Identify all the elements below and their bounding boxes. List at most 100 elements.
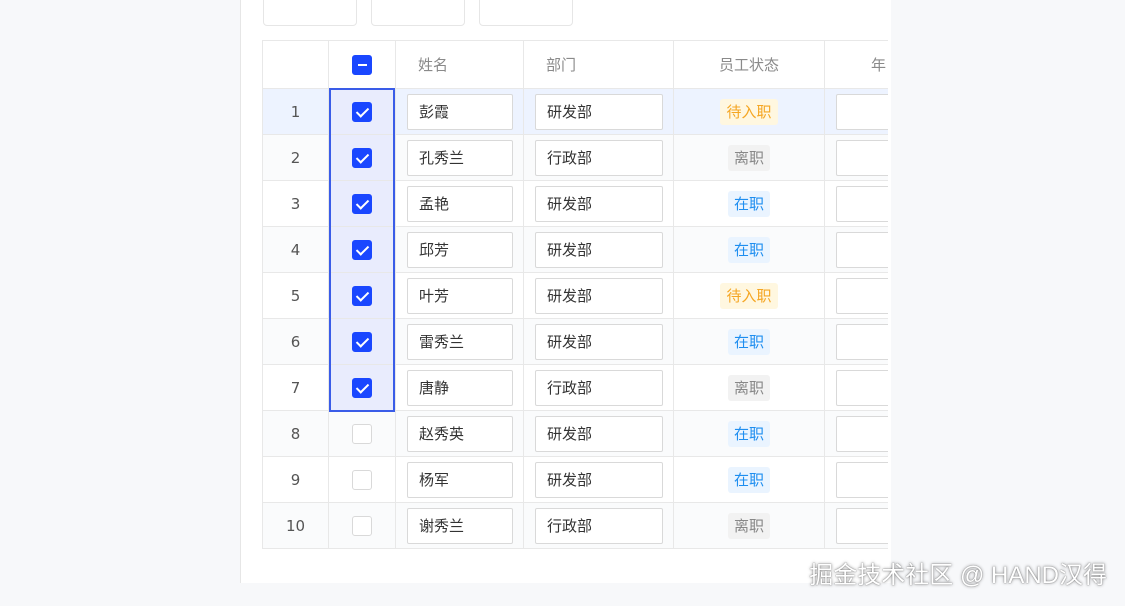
row-select-cell[interactable] [328,364,396,411]
name-input[interactable]: 彭霞 [407,93,513,130]
age-input[interactable] [836,507,888,544]
row-select-cell[interactable] [328,226,396,273]
row-checkbox[interactable] [352,469,372,490]
name-cell[interactable]: 谢秀兰 [395,502,524,549]
dept-input[interactable]: 研发部 [535,461,663,498]
dept-cell[interactable]: 研发部 [523,180,674,227]
dept-input[interactable]: 研发部 [535,415,663,452]
dept-cell[interactable]: 研发部 [523,318,674,365]
age-input[interactable] [836,185,888,222]
dept-input[interactable]: 研发部 [535,231,663,268]
row-select-cell[interactable] [328,88,396,135]
dept-input[interactable]: 研发部 [535,185,663,222]
row-checkbox[interactable] [352,331,372,352]
name-input[interactable]: 孔秀兰 [407,139,513,176]
dept-cell[interactable]: 研发部 [523,88,674,135]
name-input[interactable]: 叶芳 [407,277,513,314]
name-input[interactable]: 唐静 [407,369,513,406]
name-cell[interactable]: 孔秀兰 [395,134,524,181]
age-input[interactable] [836,277,888,314]
age-cell[interactable] [824,180,888,227]
dept-input[interactable]: 研发部 [535,323,663,360]
table-row[interactable]: 1 彭霞 研发部 待入职 [262,88,888,135]
dept-cell[interactable]: 研发部 [523,456,674,503]
table-row[interactable]: 7 唐静 行政部 离职 [262,364,888,411]
employee-table-container: 姓名 部门 员工状态 年 1 彭霞 研发部 待入职 2 孔秀兰 行政部 离职 3 孟艳 研发部 在职 4… [262,40,888,552]
row-checkbox[interactable] [352,377,372,398]
dept-input[interactable]: 研发部 [535,277,663,314]
dept-input[interactable]: 行政部 [535,507,663,544]
age-input[interactable] [836,231,888,268]
name-input[interactable]: 谢秀兰 [407,507,513,544]
toolbar-button-3[interactable] [479,0,573,26]
age-cell[interactable] [824,364,888,411]
row-checkbox[interactable] [352,193,372,214]
row-select-cell[interactable] [328,180,396,227]
row-checkbox[interactable] [352,147,372,168]
row-checkbox[interactable] [352,101,372,122]
age-cell[interactable] [824,318,888,365]
table-row[interactable]: 10 谢秀兰 行政部 离职 [262,502,888,549]
age-cell[interactable] [824,456,888,503]
table-row[interactable]: 5 叶芳 研发部 待入职 [262,272,888,319]
name-cell[interactable]: 叶芳 [395,272,524,319]
name-cell[interactable]: 赵秀英 [395,410,524,457]
age-input[interactable] [836,139,888,176]
dept-cell[interactable]: 研发部 [523,226,674,273]
name-cell[interactable]: 雷秀兰 [395,318,524,365]
name-column-header[interactable]: 姓名 [395,40,524,89]
dept-cell[interactable]: 行政部 [523,134,674,181]
dept-input[interactable]: 行政部 [535,369,663,406]
toolbar-button-1[interactable] [263,0,357,26]
age-column-header[interactable]: 年 [824,40,888,89]
row-select-cell[interactable] [328,502,396,549]
dept-input[interactable]: 行政部 [535,139,663,176]
row-select-cell[interactable] [328,134,396,181]
dept-cell[interactable]: 行政部 [523,502,674,549]
row-checkbox[interactable] [352,423,372,444]
row-checkbox[interactable] [352,285,372,306]
name-input[interactable]: 孟艳 [407,185,513,222]
dept-cell[interactable]: 行政部 [523,364,674,411]
age-cell[interactable] [824,88,888,135]
toolbar-button-2[interactable] [371,0,465,26]
table-row[interactable]: 4 邱芳 研发部 在职 [262,226,888,273]
name-cell[interactable]: 杨军 [395,456,524,503]
age-input[interactable] [836,369,888,406]
name-cell[interactable]: 孟艳 [395,180,524,227]
row-select-cell[interactable] [328,410,396,457]
age-input[interactable] [836,415,888,452]
age-input[interactable] [836,461,888,498]
name-cell[interactable]: 邱芳 [395,226,524,273]
name-cell[interactable]: 彭霞 [395,88,524,135]
row-checkbox[interactable] [352,515,372,536]
name-input[interactable]: 雷秀兰 [407,323,513,360]
table-row[interactable]: 8 赵秀英 研发部 在职 [262,410,888,457]
name-cell[interactable]: 唐静 [395,364,524,411]
age-cell[interactable] [824,502,888,549]
dept-input[interactable]: 研发部 [535,93,663,130]
row-checkbox[interactable] [352,239,372,260]
name-input[interactable]: 赵秀英 [407,415,513,452]
dept-cell[interactable]: 研发部 [523,410,674,457]
age-cell[interactable] [824,226,888,273]
table-row[interactable]: 2 孔秀兰 行政部 离职 [262,134,888,181]
row-select-cell[interactable] [328,272,396,319]
name-input[interactable]: 杨军 [407,461,513,498]
table-row[interactable]: 3 孟艳 研发部 在职 [262,180,888,227]
age-cell[interactable] [824,134,888,181]
select-all-checkbox[interactable] [352,54,372,75]
age-cell[interactable] [824,410,888,457]
name-input[interactable]: 邱芳 [407,231,513,268]
row-select-cell[interactable] [328,456,396,503]
dept-column-header[interactable]: 部门 [523,40,674,89]
row-select-cell[interactable] [328,318,396,365]
table-row[interactable]: 9 杨军 研发部 在职 [262,456,888,503]
status-column-header[interactable]: 员工状态 [673,40,825,89]
dept-cell[interactable]: 研发部 [523,272,674,319]
age-cell[interactable] [824,272,888,319]
row-index: 10 [262,502,329,549]
age-input[interactable] [836,93,888,130]
table-row[interactable]: 6 雷秀兰 研发部 在职 [262,318,888,365]
age-input[interactable] [836,323,888,360]
